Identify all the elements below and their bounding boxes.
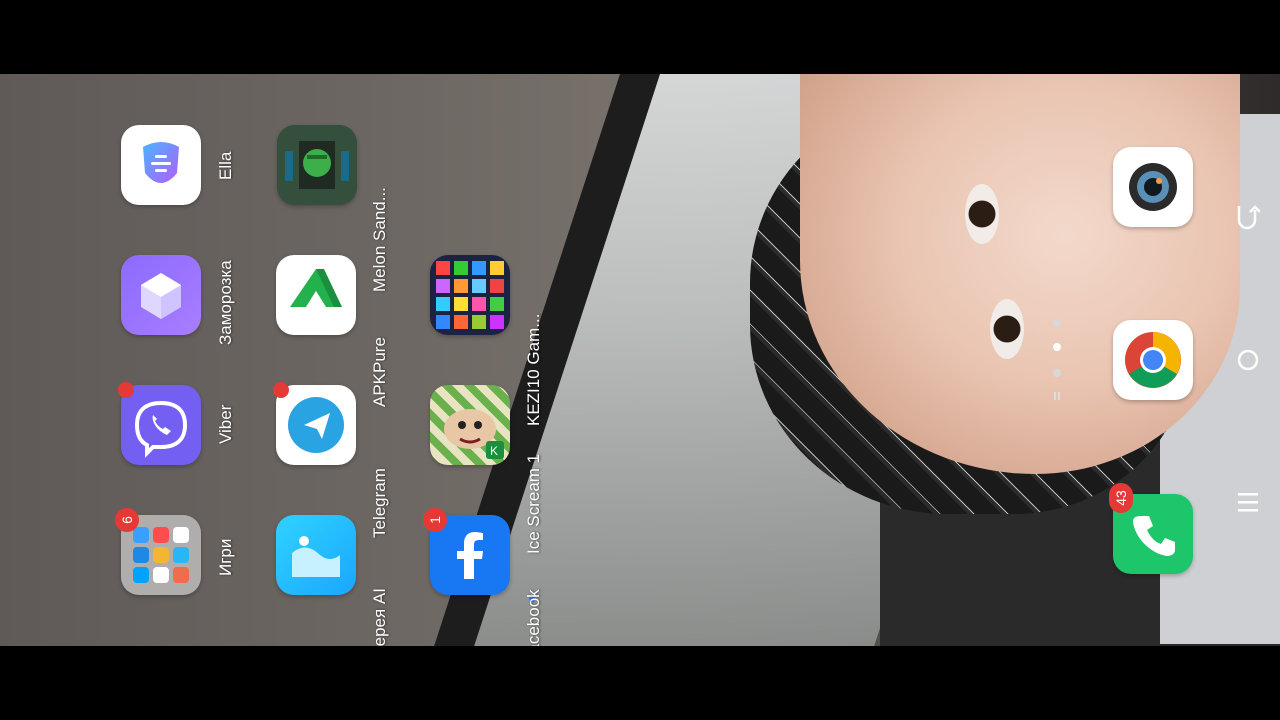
camera-icon [1129, 163, 1177, 211]
viber-icon [134, 400, 188, 458]
app-label-facebook: Facebook [524, 589, 543, 646]
app-melon-sandbox[interactable] [277, 125, 357, 205]
app-viber[interactable] [121, 385, 201, 465]
facebook-badge: 1 [423, 508, 447, 532]
page-indicator-dot [1053, 319, 1061, 327]
wallpaper-eye [965, 184, 999, 244]
kezi-games-grid-icon [436, 261, 504, 329]
app-apkpure[interactable] [276, 255, 356, 335]
home-circle-icon [1237, 349, 1259, 371]
page-indicator-dot [1053, 369, 1061, 377]
recents-button[interactable] [1238, 491, 1260, 515]
back-button[interactable] [1234, 202, 1260, 232]
back-icon [1237, 205, 1260, 230]
app-label-igri: Игри [216, 538, 235, 576]
app-kezi10-games[interactable] [430, 255, 510, 335]
wallpaper-eye [990, 299, 1024, 359]
page-indicator-list-icon [1054, 392, 1060, 400]
chrome-icon [1125, 332, 1181, 388]
dock-chrome[interactable] [1113, 320, 1193, 400]
ella-icon [143, 142, 179, 183]
app-gallery-ai[interactable] [276, 515, 356, 595]
app-label-zamorozka: Заморозка [216, 260, 235, 345]
page-indicator-dot-active [1053, 343, 1061, 351]
app-label-kezi: KEZI10 Gam... [524, 313, 543, 426]
app-label-gallery: Галерея AI [370, 588, 389, 646]
dock-camera[interactable] [1113, 147, 1193, 227]
svg-text:K: K [490, 444, 498, 458]
ice-scream-icon: K [444, 409, 504, 459]
menu-lines-icon [1238, 493, 1258, 512]
viber-notification-dot [118, 382, 134, 398]
telegram-icon [288, 397, 344, 453]
app-telegram[interactable] [276, 385, 356, 465]
apkpure-icon [290, 269, 342, 307]
gallery-icon [292, 536, 340, 577]
home-screen: Ella Заморозка Viber 6 Игри Melon Sand..… [0, 74, 1280, 646]
melon-sandbox-icon [277, 125, 357, 205]
telegram-notification-dot [273, 382, 289, 398]
app-label-ella: Ella [216, 151, 235, 180]
app-zamorozka[interactable] [121, 255, 201, 335]
igri-badge: 6 [115, 508, 139, 532]
app-label-apkpure: APKPure [370, 337, 389, 407]
app-label-melon: Melon Sand... [370, 187, 389, 292]
app-ice-scream[interactable]: K [430, 385, 510, 465]
app-label-telegram: Telegram [370, 468, 389, 538]
phone-badge: 43 [1109, 483, 1133, 513]
freeze-cube-icon [141, 273, 181, 319]
app-label-viber: Viber [216, 404, 235, 444]
app-label-icescream: Ice Scream 1 [524, 453, 543, 554]
app-ella[interactable] [121, 125, 201, 205]
home-button[interactable] [1236, 348, 1260, 372]
